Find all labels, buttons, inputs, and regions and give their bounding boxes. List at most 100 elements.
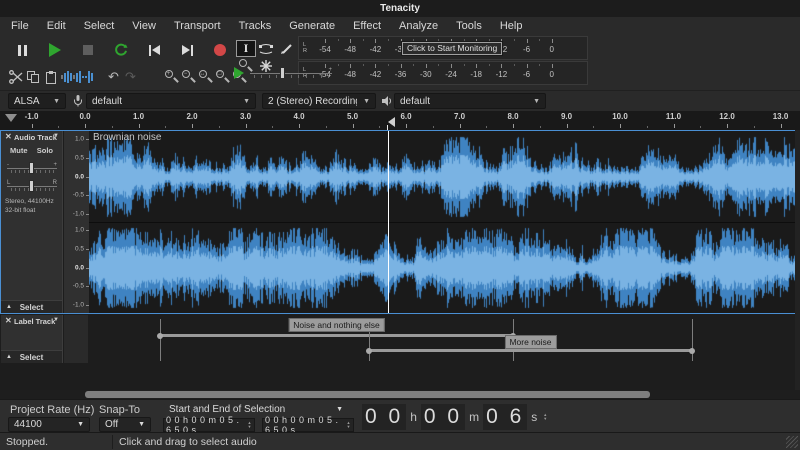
menu-select[interactable]: Select bbox=[75, 17, 124, 35]
track-title[interactable]: Audio Track bbox=[14, 133, 57, 142]
label-bar[interactable] bbox=[369, 349, 692, 352]
meter-scale-value: -18 bbox=[470, 70, 482, 79]
channel-divider bbox=[89, 222, 795, 223]
label-text[interactable]: More noise bbox=[504, 335, 556, 349]
track-title[interactable]: Label Track bbox=[14, 317, 55, 326]
edit-toolbar: ↶↷ +−↔□ bbox=[8, 65, 248, 89]
menu-file[interactable]: File bbox=[2, 17, 38, 35]
track-select-button[interactable]: ▲ Select bbox=[1, 300, 62, 313]
menu-analyze[interactable]: Analyze bbox=[390, 17, 447, 35]
audio-track[interactable]: ✕ Audio Track ▼ Mute Solo -+ LR Stereo, … bbox=[0, 130, 795, 314]
copy-button[interactable] bbox=[25, 67, 42, 87]
scrollbar-thumb[interactable] bbox=[85, 391, 650, 398]
silence-audio-button[interactable] bbox=[76, 67, 93, 87]
draw-tool[interactable] bbox=[276, 40, 296, 57]
zoom-out-button[interactable]: − bbox=[180, 67, 197, 87]
envelope-tool[interactable] bbox=[256, 40, 276, 57]
close-track-icon[interactable]: ✕ bbox=[5, 132, 12, 141]
redo-button[interactable]: ↷ bbox=[122, 67, 139, 87]
undo-button[interactable]: ↶ bbox=[105, 67, 122, 87]
loop-button[interactable] bbox=[107, 37, 135, 63]
snap-to-select[interactable]: Off▼ bbox=[99, 417, 151, 432]
menu-tracks[interactable]: Tracks bbox=[230, 17, 281, 35]
skip-to-end-button[interactable] bbox=[173, 37, 201, 63]
play-button[interactable] bbox=[41, 37, 69, 63]
zoom-in-button[interactable]: + bbox=[163, 67, 180, 87]
ruler-tick-minor bbox=[433, 126, 434, 128]
selection-start-field[interactable]: 0 0 h 0 0 m 0 5 . 6 5 0 s▲▼ bbox=[163, 418, 255, 432]
horizontal-scrollbar[interactable] bbox=[0, 390, 800, 399]
meter-tick bbox=[552, 64, 553, 68]
trim-audio-button[interactable] bbox=[59, 67, 76, 87]
timeline-ruler[interactable]: -1.00.01.02.03.04.05.06.07.08.09.010.011… bbox=[0, 111, 800, 130]
spinner-icon[interactable]: ▲▼ bbox=[347, 421, 351, 429]
track-menu-icon[interactable]: ▼ bbox=[53, 317, 59, 323]
fit-project-button[interactable]: □ bbox=[214, 67, 231, 87]
title-bar[interactable]: Tenacity bbox=[0, 0, 800, 17]
meter-tick-minor bbox=[363, 64, 364, 66]
audio-track-control-panel: ✕ Audio Track ▼ Mute Solo -+ LR Stereo, … bbox=[1, 131, 63, 313]
label-area[interactable]: Noise and nothing else More noise bbox=[88, 314, 795, 363]
waveform-area[interactable]: Brownian noise bbox=[89, 131, 795, 313]
selection-end-field[interactable]: 0 0 h 0 0 m 0 5 . 6 5 0 s▲▼ bbox=[262, 418, 354, 432]
record-button[interactable] bbox=[206, 37, 234, 63]
resize-grip-icon[interactable] bbox=[786, 436, 798, 448]
audio-position-display[interactable]: 0 0h0 0m0 6s▲▼ bbox=[362, 403, 547, 430]
label-stalk[interactable] bbox=[692, 319, 693, 361]
status-divider bbox=[112, 435, 113, 449]
solo-button[interactable]: Solo bbox=[37, 146, 53, 155]
spinner-icon[interactable]: ▲▼ bbox=[543, 413, 547, 421]
pan-slider[interactable]: LR bbox=[7, 180, 57, 192]
stop-button[interactable] bbox=[74, 37, 102, 63]
menu-generate[interactable]: Generate bbox=[280, 17, 344, 35]
ruler-label: 4.0 bbox=[293, 112, 304, 121]
collapse-icon[interactable]: ▲ bbox=[6, 301, 12, 314]
zoom-selection-button[interactable]: ↔ bbox=[197, 67, 214, 87]
playback-device-select[interactable]: default▼ bbox=[394, 93, 546, 109]
project-rate-select[interactable]: 44100▼ bbox=[8, 417, 90, 432]
label-handle-icon[interactable] bbox=[366, 348, 372, 354]
ruler-tick-minor bbox=[486, 126, 487, 128]
label-handle-icon[interactable] bbox=[157, 333, 163, 339]
menu-tools[interactable]: Tools bbox=[447, 17, 491, 35]
selection-tool[interactable]: I bbox=[236, 40, 256, 57]
cut-button[interactable] bbox=[8, 67, 25, 87]
menu-help[interactable]: Help bbox=[491, 17, 532, 35]
play-speed-slider[interactable]: + bbox=[250, 67, 332, 79]
menu-edit[interactable]: Edit bbox=[38, 17, 75, 35]
label-bar[interactable] bbox=[160, 334, 513, 337]
mute-button[interactable]: Mute bbox=[10, 146, 28, 155]
gain-slider[interactable]: -+ bbox=[7, 162, 57, 174]
label-text[interactable]: Noise and nothing else bbox=[288, 318, 384, 332]
ruler-label: 0.0 bbox=[79, 112, 90, 121]
vertical-scale-ruler[interactable]: 1.00.50.0-0.5-1.01.00.50.0-0.5-1.0 bbox=[64, 131, 89, 313]
device-toolbar: ALSA▼ default▼ 2 (Stereo) Recording Cha.… bbox=[0, 91, 800, 111]
pause-button[interactable] bbox=[8, 37, 36, 63]
paste-button[interactable] bbox=[42, 67, 59, 87]
audio-host-select[interactable]: ALSA▼ bbox=[8, 93, 66, 109]
label-stalk[interactable] bbox=[160, 319, 161, 361]
tenacity-window: Tenacity FileEditSelectViewTransportTrac… bbox=[0, 0, 800, 450]
vertical-scrollbar[interactable] bbox=[795, 130, 800, 390]
meter-tick-minor bbox=[338, 64, 339, 66]
close-track-icon[interactable]: ✕ bbox=[5, 316, 12, 325]
menu-effect[interactable]: Effect bbox=[344, 17, 390, 35]
skip-to-start-button[interactable] bbox=[140, 37, 168, 63]
track-select-button[interactable]: ▲ Select bbox=[1, 350, 62, 363]
play-at-speed-button[interactable] bbox=[234, 67, 244, 79]
menu-transport[interactable]: Transport bbox=[165, 17, 230, 35]
spinner-icon[interactable]: ▲▼ bbox=[248, 421, 252, 429]
speaker-icon bbox=[380, 94, 394, 108]
playback-meter[interactable]: LR -54-48-42-36-30-24-18-12-60 bbox=[298, 61, 588, 85]
meter-tick-minor bbox=[514, 39, 515, 41]
ruler-label: 5.0 bbox=[347, 112, 358, 121]
recording-device-select[interactable]: default▼ bbox=[86, 93, 256, 109]
menu-view[interactable]: View bbox=[123, 17, 165, 35]
recording-channels-select[interactable]: 2 (Stereo) Recording Cha...▼ bbox=[262, 93, 376, 109]
collapse-icon[interactable]: ▲ bbox=[6, 351, 12, 364]
label-handle-icon[interactable] bbox=[689, 348, 695, 354]
track-menu-icon[interactable]: ▼ bbox=[53, 133, 59, 139]
ruler-label: 8.0 bbox=[507, 112, 518, 121]
label-track[interactable]: ✕ Label Track ▼ ▲ Select Noise and nothi… bbox=[0, 314, 795, 363]
pinned-play-head-button[interactable] bbox=[5, 114, 17, 122]
